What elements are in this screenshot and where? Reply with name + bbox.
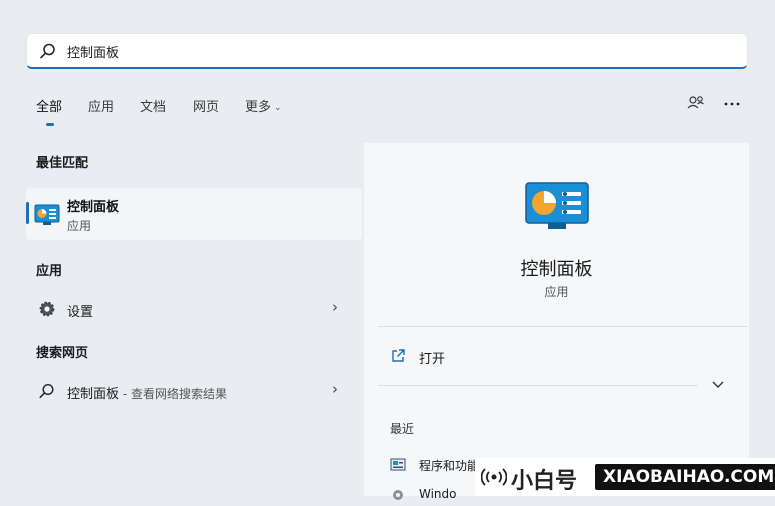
tab-documents[interactable]: 文档 — [140, 96, 166, 115]
recent-item-label: 程序和功能 — [419, 459, 480, 473]
web-search-query: 控制面板 — [67, 387, 120, 402]
best-match-subtitle: 应用 — [67, 219, 92, 233]
search-input[interactable]: 控制面板 — [67, 42, 119, 61]
detail-pane: 控制面板 应用 打开 最近 程序和功能 Windo — [364, 143, 749, 501]
control-panel-icon — [34, 204, 60, 225]
tab-all[interactable]: 全部 — [36, 96, 62, 115]
list-item-web-search[interactable]: 控制面板 - 查看网络搜索结果 › — [26, 376, 352, 406]
watermark-en: XIAOBAIHAO.COM — [595, 464, 775, 490]
divider — [378, 326, 748, 327]
watermark-badge: 小白号 XIAOBAIHAO.COM — [475, 458, 775, 496]
best-match-heading: 最佳匹配 — [36, 156, 89, 171]
divider — [378, 385, 698, 386]
detail-title: 控制面板 — [520, 259, 593, 280]
tab-more[interactable]: 更多 ⌄ — [245, 96, 282, 115]
broadcast-icon — [481, 468, 507, 486]
web-search-heading: 搜索网页 — [36, 346, 89, 361]
detail-subtitle: 应用 — [544, 285, 569, 299]
chevron-down-icon: ⌄ — [274, 103, 282, 113]
list-item-settings[interactable]: 设置 › — [26, 294, 352, 324]
chevron-right-icon: › — [332, 298, 338, 316]
settings-label: 设置 — [67, 305, 94, 320]
tab-web[interactable]: 网页 — [193, 96, 219, 115]
more-dots-icon[interactable] — [722, 94, 742, 114]
search-icon — [39, 383, 54, 399]
selection-indicator — [26, 202, 29, 224]
open-label: 打开 — [419, 352, 446, 367]
best-match-title: 控制面板 — [67, 200, 120, 215]
people-icon[interactable] — [686, 94, 706, 114]
tab-apps[interactable]: 应用 — [88, 96, 114, 115]
recent-item-label: Windo — [419, 487, 457, 501]
apps-heading: 应用 — [36, 264, 63, 279]
search-box[interactable]: 控制面板 — [26, 33, 748, 69]
tab-more-label: 更多 — [245, 100, 272, 115]
recent-heading: 最近 — [390, 422, 415, 436]
programs-features-icon — [390, 458, 406, 471]
gear-icon — [39, 301, 55, 317]
control-panel-large-icon — [525, 182, 589, 229]
chevron-right-icon: › — [332, 380, 338, 398]
search-icon — [40, 43, 55, 59]
watermark-cn: 小白号 — [511, 469, 578, 494]
chevron-down-icon[interactable] — [710, 376, 726, 392]
web-search-suffix: - 查看网络搜索结果 — [119, 387, 227, 401]
gear-icon — [393, 490, 403, 500]
web-search-label: 控制面板 - 查看网络搜索结果 — [67, 383, 227, 402]
open-external-icon — [392, 349, 405, 362]
active-tab-indicator — [46, 123, 54, 126]
best-match-result[interactable]: 控制面板 应用 — [26, 188, 362, 240]
